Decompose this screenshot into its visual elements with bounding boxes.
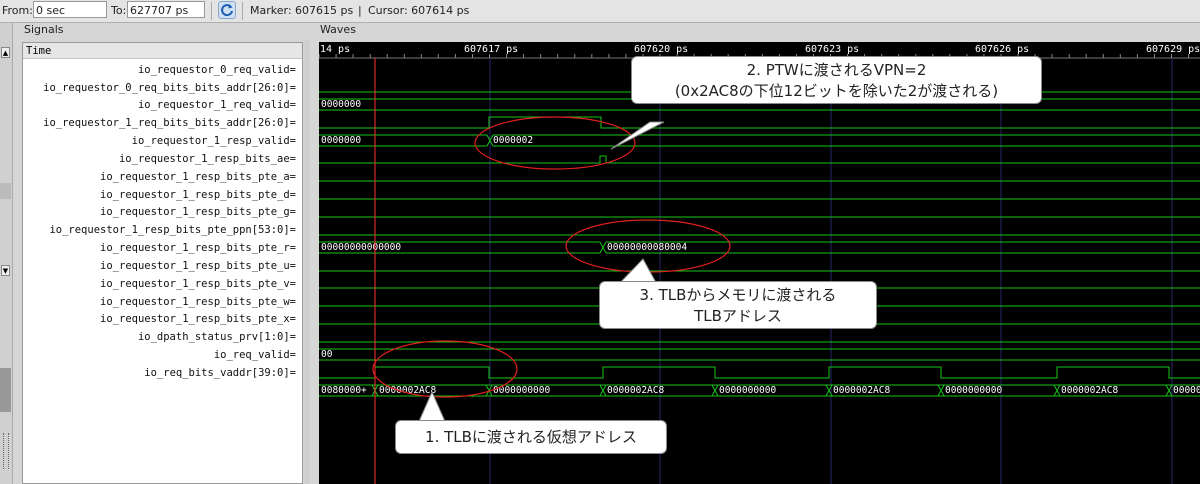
to-input[interactable]: 627707 ps [127,1,205,18]
callout-text: TLBアドレス [694,307,782,325]
pane-splitter[interactable] [0,368,11,412]
toolbar-separator [211,2,212,20]
callout-text: 3. TLBからメモリに渡される [639,286,837,304]
callout-text: 2. PTWに渡されるVPN=2 [746,61,927,79]
bus-value: 00000000000000 [321,242,401,253]
signal-row[interactable]: io_requestor_1_resp_bits_pte_ppn[53:0]= [49,222,296,238]
time-header: Time [23,43,302,59]
tick-label: 607626 ps [975,44,1029,55]
from-input[interactable]: 0 sec [33,1,107,18]
wave-pte-ppn [319,241,1200,254]
signal-row[interactable]: io_requestor_1_resp_bits_pte_u= [100,258,296,274]
callout-ptw-vpn: 2. PTWに渡されるVPN=2 (0x2AC8の下位12ビットを除いた2が渡さ… [631,56,1042,104]
sst-pane-strip: ▲ ▼ [0,23,13,484]
tick-label: 607629 ps [1146,44,1200,55]
callout-virtual-address: 1. TLBに渡される仮想アドレス [395,420,667,454]
tick-label: 14 ps [320,44,350,55]
scroll-down-button[interactable]: ▼ [1,265,10,276]
signal-row[interactable]: io_requestor_1_resp_bits_pte_g= [100,204,296,220]
signal-row[interactable]: io_requestor_1_resp_bits_pte_a= [100,169,296,185]
bus-value: 00000000080004 [607,242,687,253]
signal-row[interactable]: io_dpath_status_prv[1:0]= [138,329,296,345]
wave-req1-addr [319,134,1200,147]
bus-value: 0000002AC8 [607,385,664,396]
cursor-readout: Cursor: 607614 ps [368,4,470,17]
tick-label: 607617 ps [464,44,518,55]
bus-value: 0000002AC8 [833,385,890,396]
scroll-thumb[interactable] [0,183,11,199]
waves-title: Waves [318,23,358,36]
signal-row[interactable]: io_requestor_1_resp_bits_pte_r= [100,240,296,256]
signal-row[interactable]: io_requestor_1_resp_bits_pte_v= [100,276,296,292]
signals-pane: Signals Time io_requestor_0_req_valid= i… [22,23,308,484]
signal-row[interactable]: io_requestor_0_req_valid= [138,62,296,78]
from-label: From: [2,4,33,17]
callout-text: 1. TLBに渡される仮想アドレス [425,428,637,446]
wave-dpath-prv [319,348,1200,361]
callout-text: (0x2AC8の下位12ビットを除いた2が渡される) [674,82,999,100]
wave-resp-valid [319,155,1200,164]
signal-row[interactable]: io_requestor_1_resp_valid= [132,133,296,149]
callout-tlb-address: 3. TLBからメモリに渡される TLBアドレス [599,281,877,329]
toolbar: From: 0 sec To: 627707 ps Marker: 607615… [0,0,1200,23]
tick-label: 607620 ps [634,44,688,55]
bus-value: 0000000 [321,135,361,146]
signals-list: Time io_requestor_0_req_valid= io_reques… [22,42,303,484]
to-label: To: [111,4,127,17]
bus-value: 0000000000 [945,385,1002,396]
scroll-up-button[interactable]: ▲ [1,47,10,58]
signal-row[interactable]: io_req_valid= [214,347,296,363]
bus-value: 0000000 [321,99,361,110]
bus-value: 0080000+ [321,385,367,396]
bus-value: 0000000000 [719,385,776,396]
bus-value: 00 [321,349,333,360]
signal-row[interactable]: io_requestor_1_resp_bits_pte_w= [100,294,296,310]
bus-value: 0000002AC8 [1061,385,1118,396]
reload-icon[interactable] [218,1,236,19]
bus-value: 0000002 [493,135,533,146]
signal-row[interactable]: io_requestor_1_resp_bits_ae= [119,151,296,167]
tick-label: 607623 ps [805,44,859,55]
signal-row[interactable]: io_requestor_1_resp_bits_pte_x= [100,311,296,327]
marker-readout: Marker: 607615 ps [250,4,354,17]
signal-row[interactable]: io_requestor_1_req_bits_bits_addr[26:0]= [43,115,296,131]
waveform-canvas[interactable]: 14 ps 607617 ps 607620 ps 607623 ps 6076… [319,42,1200,484]
wave-req1-valid [319,116,1200,129]
resize-grip[interactable] [3,433,9,469]
signal-row[interactable]: io_requestor_0_req_bits_bits_addr[26:0]= [43,80,296,96]
toolbar-separator [242,2,243,20]
signal-row[interactable]: io_req_bits_vaddr[39:0]= [144,365,296,381]
pane-divider[interactable] [304,40,310,484]
readout-divider: | [358,4,362,17]
signals-title: Signals [22,23,66,36]
signal-row[interactable]: io_requestor_1_req_valid= [138,97,296,113]
bus-value: 0000000000 [1173,385,1200,396]
wave-io-req-valid [319,366,1200,379]
signal-row[interactable]: io_requestor_1_resp_bits_pte_d= [100,187,296,203]
bus-value: 0000002AC8 [379,385,436,396]
